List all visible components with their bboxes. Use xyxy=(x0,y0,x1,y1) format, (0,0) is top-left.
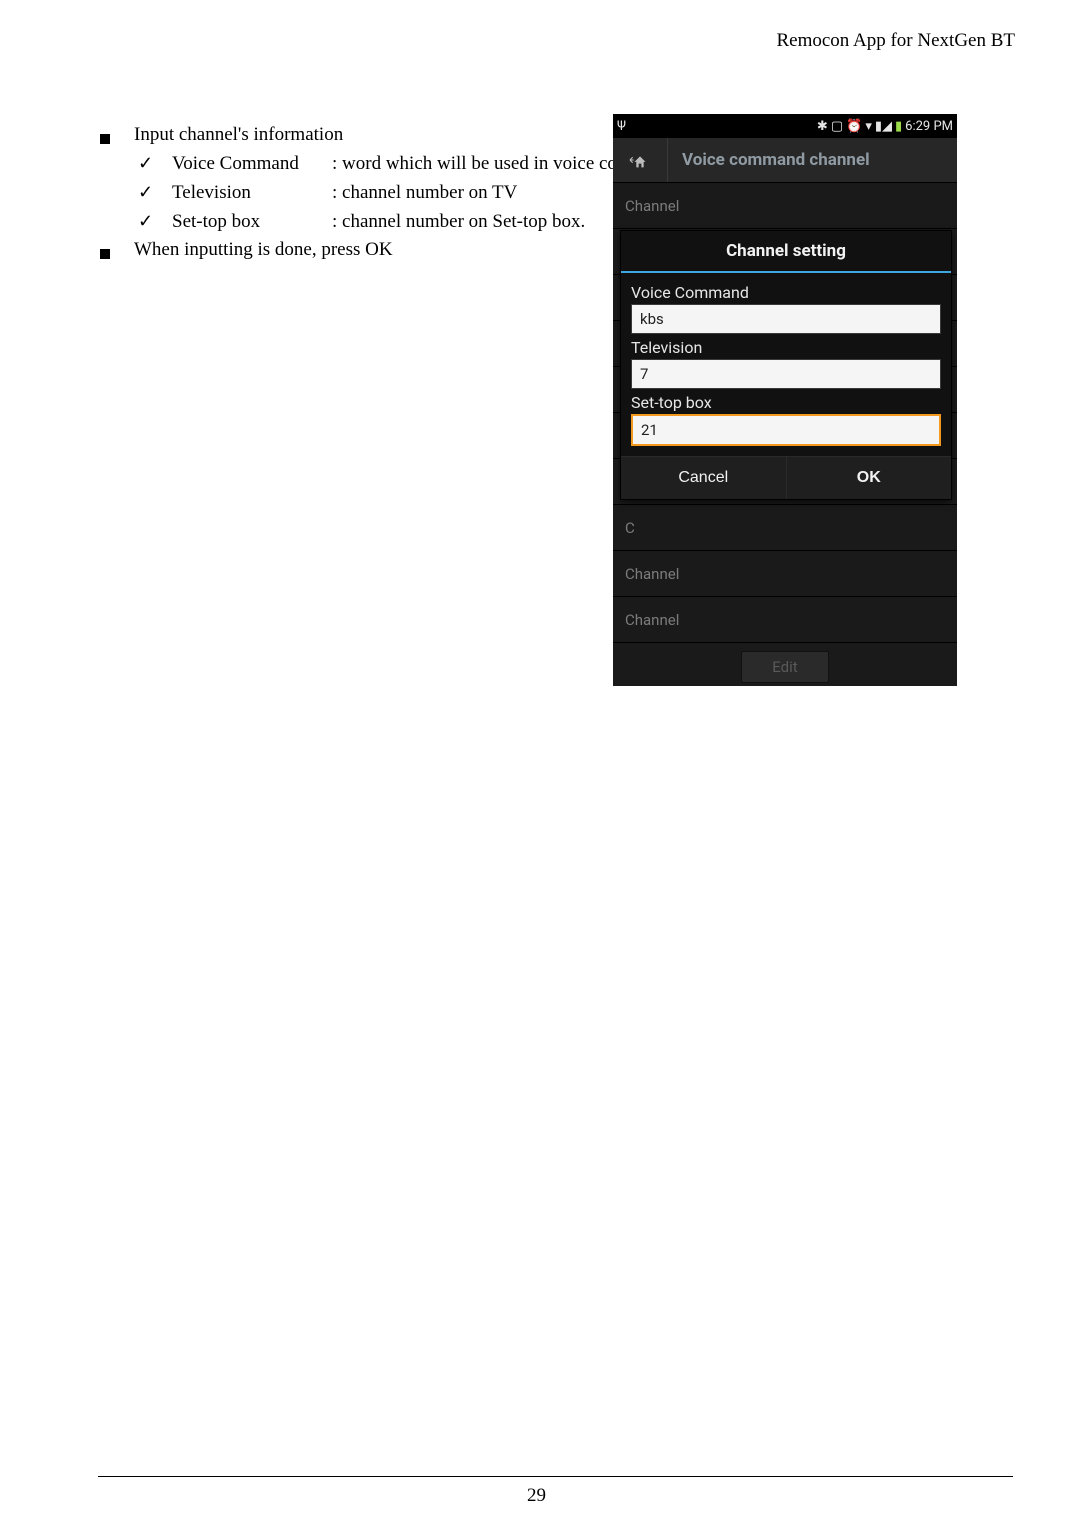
input-television[interactable] xyxy=(631,359,941,389)
input-voice-command[interactable] xyxy=(631,304,941,334)
status-bar: Ψ ✱ ▢ ⏰ ▾ ▮◢ ▮ 6:29 PM xyxy=(613,114,957,138)
status-time: 6:29 PM xyxy=(905,119,953,134)
appbar-title: Voice command channel xyxy=(682,150,870,170)
bullet-text: Input channel's information xyxy=(134,122,343,148)
page-number: 29 xyxy=(0,1485,1073,1507)
label-voice-command: Voice Command xyxy=(631,283,941,302)
edit-button[interactable]: Edit xyxy=(741,651,828,683)
home-up-icon xyxy=(629,149,651,171)
bullet-text: When inputting is done, press OK xyxy=(134,237,393,263)
term-television: Television xyxy=(172,180,332,206)
usb-icon: Ψ xyxy=(617,120,626,133)
label-settop: Set-top box xyxy=(631,393,941,412)
wifi-icon: ▾ xyxy=(865,120,872,133)
channel-row[interactable]: C xyxy=(613,505,957,551)
square-bullet-icon xyxy=(100,249,110,259)
dialog-title: Channel setting xyxy=(621,231,951,273)
alarm-icon: ⏰ xyxy=(846,120,862,133)
back-button[interactable] xyxy=(613,138,668,182)
check-icon: ✓ xyxy=(138,150,158,176)
term-settop: Set-top box xyxy=(172,209,332,235)
ok-button[interactable]: OK xyxy=(786,457,952,499)
channel-row[interactable]: Channel xyxy=(613,597,957,643)
footer-rule xyxy=(98,1476,1013,1477)
check-icon: ✓ xyxy=(138,208,158,234)
phone-screenshot: Ψ ✱ ▢ ⏰ ▾ ▮◢ ▮ 6:29 PM Voice command cha… xyxy=(613,114,957,686)
check-icon: ✓ xyxy=(138,179,158,205)
document-header: Remocon App for NextGen BT xyxy=(776,30,1015,52)
desc-television: : channel number on TV xyxy=(332,180,517,206)
channel-row[interactable]: Channel xyxy=(613,551,957,597)
cancel-button[interactable]: Cancel xyxy=(621,457,786,499)
desc-settop: : channel number on Set-top box. xyxy=(332,209,585,235)
app-bar: Voice command channel xyxy=(613,138,957,183)
input-settop[interactable] xyxy=(631,414,941,446)
label-television: Television xyxy=(631,338,941,357)
signal-icon: ▮◢ xyxy=(875,120,892,133)
bluetooth-icon: ✱ xyxy=(817,120,828,133)
battery-icon: ▮ xyxy=(895,120,902,133)
channel-row[interactable]: Channel xyxy=(613,183,957,229)
square-bullet-icon xyxy=(100,134,110,144)
nfc-icon: ▢ xyxy=(831,120,843,133)
channel-setting-dialog: Channel setting Voice Command Television… xyxy=(620,230,952,500)
term-voice-command: Voice Command xyxy=(172,151,332,177)
